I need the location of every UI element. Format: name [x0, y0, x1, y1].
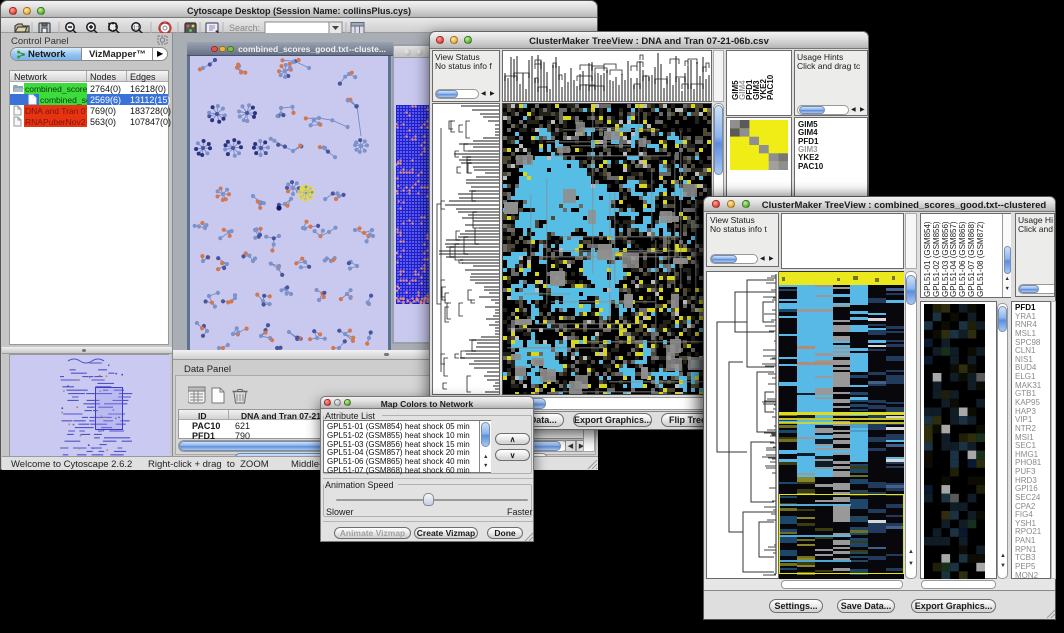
svg-text:1:1: 1:1 — [133, 26, 140, 32]
svg-text:Search:: Search: — [229, 23, 260, 33]
